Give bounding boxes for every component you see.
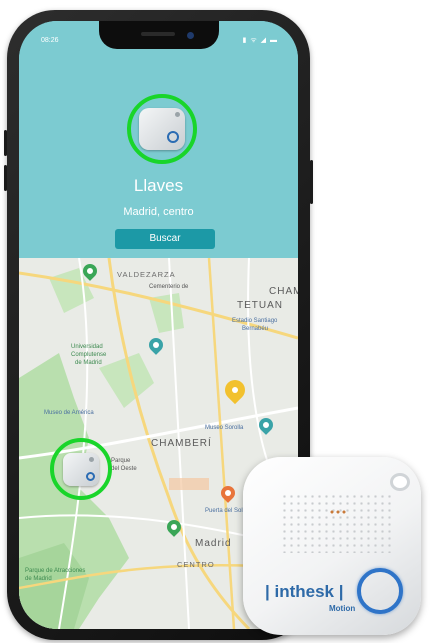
- power-button: [310, 160, 313, 204]
- product-brand: | inthesk |: [265, 582, 344, 601]
- search-button[interactable]: Buscar: [115, 229, 215, 249]
- map-label-cementerio: Cementerio de: [149, 284, 189, 290]
- map-label-puerta-sol: Puerta del Sol: [205, 508, 243, 514]
- volume-up-button: [4, 130, 7, 156]
- map-tag-marker[interactable]: [50, 438, 112, 500]
- item-tag-highlight[interactable]: [127, 94, 197, 164]
- status-time: 08:26: [41, 37, 59, 44]
- tag-thumbnail-icon: [139, 108, 185, 150]
- keyring-hole: [390, 473, 410, 491]
- map-label-museo-america: Museo de América: [44, 410, 94, 416]
- map-label-museo-sorolla: Museo Sorolla: [205, 425, 244, 431]
- map-label-bernabeu: Bernabéu: [242, 326, 269, 332]
- volume-down-button: [4, 165, 7, 191]
- map-label-tetuan: TETUAN: [237, 300, 283, 311]
- speaker-grille: [281, 493, 391, 553]
- tag-button-ring-icon: [357, 568, 403, 614]
- map-label-parque: Parque: [111, 458, 131, 464]
- item-location: Madrid, centro: [123, 206, 194, 218]
- map-tag-icon: [63, 452, 99, 486]
- inthesk-tag-device: | inthesk | Motion: [243, 457, 421, 635]
- status-icons: ▮ ᯤ ◢ ▬: [242, 37, 278, 44]
- product-model: Motion: [329, 604, 356, 613]
- status-led: [329, 510, 347, 514]
- map-label-chamberi: CHAMBERÍ: [151, 438, 212, 449]
- front-camera: [187, 32, 194, 39]
- map-label-centro: CENTRO: [177, 560, 215, 569]
- map-label-universidad: Universidad: [71, 344, 103, 350]
- map-label-estadio: Estadio Santiago: [232, 318, 278, 324]
- map-label-chamartin: CHAM: [269, 286, 298, 297]
- map-label-de-madrid: de Madrid: [75, 360, 102, 366]
- map-label-de-madrid-2: de Madrid: [25, 576, 52, 582]
- map-label-madrid: Madrid: [195, 538, 232, 549]
- notch: [99, 21, 219, 49]
- map-label-parque-atracciones: Parque de Atracciones: [25, 568, 86, 574]
- map-label-valdezarza: VALDEZARZA: [117, 270, 176, 279]
- speaker: [141, 32, 175, 36]
- map-label-oeste: del Oeste: [111, 466, 137, 472]
- item-name: Llaves: [133, 176, 184, 195]
- map-label-complutense: Complutense: [71, 352, 107, 358]
- item-header: Llaves Madrid, centro Buscar: [19, 21, 298, 258]
